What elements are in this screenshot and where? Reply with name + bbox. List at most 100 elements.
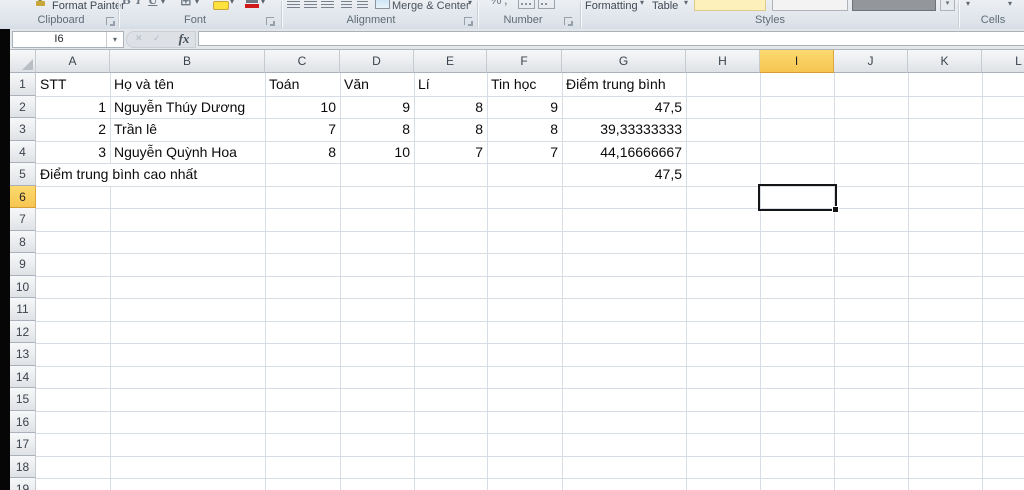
alignment-dialog-launcher-icon[interactable] bbox=[464, 17, 473, 26]
column-header-B[interactable]: B bbox=[110, 50, 265, 73]
row-header-12[interactable]: 12 bbox=[10, 320, 36, 343]
cell-G1[interactable]: Điểm trung bình bbox=[563, 74, 686, 96]
cell-D1[interactable]: Văn bbox=[341, 74, 414, 96]
cell-A4[interactable]: 3 bbox=[37, 141, 110, 163]
cell-C1[interactable]: Toán bbox=[266, 74, 340, 96]
cell-B3[interactable]: Trần lê bbox=[111, 119, 265, 141]
cell-C3[interactable]: 7 bbox=[266, 119, 340, 141]
row-header-8[interactable]: 8 bbox=[10, 230, 36, 253]
cell-A5[interactable]: Điểm trung bình cao nhất bbox=[37, 164, 206, 186]
percent-style-icon[interactable]: % bbox=[490, 0, 502, 11]
row-header-7[interactable]: 7 bbox=[10, 208, 36, 231]
column-header-G[interactable]: G bbox=[562, 50, 686, 73]
format-painter-icon[interactable] bbox=[34, 0, 50, 11]
select-all-button[interactable] bbox=[10, 50, 36, 73]
merge-center-button[interactable]: Merge & Center bbox=[392, 0, 470, 12]
column-header-K[interactable]: K bbox=[908, 50, 982, 73]
cell-E1[interactable]: Lí bbox=[415, 74, 487, 96]
row-header-10[interactable]: 10 bbox=[10, 275, 36, 298]
row-header-2[interactable]: 2 bbox=[10, 95, 36, 118]
row-header-16[interactable]: 16 bbox=[10, 410, 36, 433]
font-color-dropdown-icon[interactable]: ▾ bbox=[261, 0, 269, 11]
cell-A3[interactable]: 2 bbox=[37, 119, 110, 141]
name-box-dropdown-icon[interactable]: ▾ bbox=[106, 32, 123, 47]
cell-B1[interactable]: Họ và tên bbox=[111, 74, 265, 96]
cell-G4[interactable]: 44,16666667 bbox=[563, 141, 686, 163]
conditional-formatting-dropdown-icon[interactable]: ▾ bbox=[640, 0, 648, 11]
font-dialog-launcher-icon[interactable] bbox=[266, 17, 275, 26]
cell-E4[interactable]: 7 bbox=[415, 141, 487, 163]
cell-B4[interactable]: Nguyễn Quỳnh Hoa bbox=[111, 141, 265, 163]
number-dialog-launcher-icon[interactable] bbox=[564, 17, 573, 26]
row-header-4[interactable]: 4 bbox=[10, 140, 36, 163]
format-as-table-button[interactable]: Table bbox=[652, 0, 678, 12]
font-color-icon[interactable] bbox=[245, 4, 259, 8]
cell-F1[interactable]: Tin học bbox=[488, 74, 562, 96]
clipboard-dialog-launcher-icon[interactable] bbox=[106, 17, 115, 26]
column-header-I[interactable]: I bbox=[760, 50, 834, 73]
row-header-14[interactable]: 14 bbox=[10, 365, 36, 388]
formula-input[interactable] bbox=[198, 31, 1024, 46]
cell-D4[interactable]: 10 bbox=[341, 141, 414, 163]
fill-color-dropdown-icon[interactable]: ▾ bbox=[230, 0, 238, 11]
row-header-18[interactable]: 18 bbox=[10, 455, 36, 478]
cell-style-calculation[interactable]: Calculation bbox=[772, 0, 848, 11]
column-header-J[interactable]: J bbox=[834, 50, 908, 73]
row-header-9[interactable]: 9 bbox=[10, 253, 36, 276]
format-painter-button[interactable]: Format Painter bbox=[52, 0, 125, 12]
cell-A1[interactable]: STT bbox=[37, 74, 110, 96]
row-header-11[interactable]: 11 bbox=[10, 298, 36, 321]
row-header-5[interactable]: 5 bbox=[10, 163, 36, 186]
bold-icon[interactable]: B bbox=[122, 0, 134, 11]
fill-color-icon[interactable] bbox=[213, 1, 229, 10]
font-color-letter-icon[interactable] bbox=[246, 0, 258, 3]
column-header-A[interactable]: A bbox=[36, 50, 110, 73]
row-header-3[interactable]: 3 bbox=[10, 118, 36, 141]
styles-gallery-scroll-icon[interactable]: ▾ bbox=[940, 0, 955, 11]
selection-box[interactable] bbox=[758, 183, 839, 213]
format-as-table-dropdown-icon[interactable]: ▾ bbox=[684, 0, 692, 11]
underline-icon[interactable]: U bbox=[148, 0, 160, 11]
cell-style-neutral[interactable]: Neutral bbox=[694, 0, 766, 11]
insert-function-button[interactable]: fx bbox=[172, 30, 196, 47]
cell-D2[interactable]: 9 bbox=[341, 96, 414, 118]
cell-style-check-cell[interactable]: Check Cell bbox=[852, 0, 936, 11]
merge-center-dropdown-icon[interactable]: ▾ bbox=[468, 0, 476, 11]
cell-G5[interactable]: 47,5 bbox=[563, 164, 686, 186]
borders-dropdown-icon[interactable]: ▾ bbox=[195, 0, 203, 11]
fill-handle[interactable] bbox=[832, 206, 839, 213]
increase-indent-icon[interactable] bbox=[357, 0, 369, 9]
cell-E2[interactable]: 8 bbox=[415, 96, 487, 118]
column-header-L[interactable]: L bbox=[982, 50, 1024, 73]
borders-icon[interactable]: ⊞ bbox=[180, 0, 194, 11]
cell-G3[interactable]: 39,33333333 bbox=[563, 119, 686, 141]
row-header-13[interactable]: 13 bbox=[10, 343, 36, 366]
row-header-6[interactable]: 6 bbox=[10, 185, 36, 208]
conditional-formatting-button[interactable]: Formatting bbox=[585, 0, 638, 12]
decrease-indent-icon[interactable] bbox=[341, 0, 353, 9]
merge-center-icon[interactable] bbox=[375, 0, 390, 9]
row-header-15[interactable]: 15 bbox=[10, 388, 36, 411]
row-header-19[interactable]: 19 bbox=[10, 478, 36, 490]
cell-G2[interactable]: 47,5 bbox=[563, 96, 686, 118]
comma-style-icon[interactable]: , bbox=[504, 0, 512, 11]
column-header-E[interactable]: E bbox=[414, 50, 487, 73]
cell-F2[interactable]: 9 bbox=[488, 96, 562, 118]
delete-cells-dropdown-icon[interactable]: ▾ bbox=[1008, 0, 1018, 11]
row-header-1[interactable]: 1 bbox=[10, 73, 36, 96]
cell-A2[interactable]: 1 bbox=[37, 96, 110, 118]
decrease-decimal-icon[interactable] bbox=[538, 0, 555, 9]
align-right-icon[interactable] bbox=[321, 0, 335, 9]
name-box[interactable]: I6 ▾ bbox=[12, 31, 124, 48]
italic-icon[interactable]: I bbox=[136, 0, 146, 11]
cell-F3[interactable]: 8 bbox=[488, 119, 562, 141]
cell-C2[interactable]: 10 bbox=[266, 96, 340, 118]
underline-dropdown-icon[interactable]: ▾ bbox=[161, 0, 169, 11]
grid[interactable]: A B C D E F G H I J K L 1 2 3 4 5 6 7 8 9 10 11 12 13 14 15 16 17 18 1… bbox=[10, 50, 1024, 490]
insert-cells-dropdown-icon[interactable]: ▾ bbox=[966, 0, 976, 11]
column-header-F[interactable]: F bbox=[487, 50, 562, 73]
cell-F4[interactable]: 7 bbox=[488, 141, 562, 163]
column-header-C[interactable]: C bbox=[265, 50, 340, 73]
align-center-icon[interactable] bbox=[304, 0, 318, 9]
cell-D3[interactable]: 8 bbox=[341, 119, 414, 141]
